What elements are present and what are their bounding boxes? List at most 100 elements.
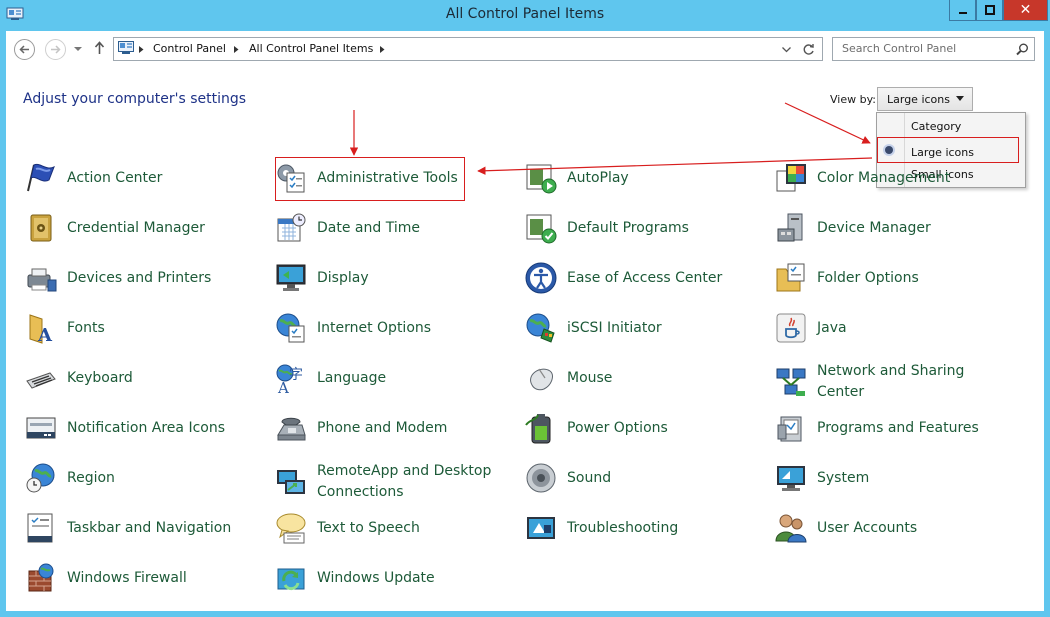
page-title: Adjust your computer's settings xyxy=(23,91,247,107)
cp-item-system[interactable]: System xyxy=(774,461,1007,495)
cp-item-label[interactable]: User Accounts xyxy=(817,518,1007,539)
cp-item-label[interactable]: Color Management xyxy=(817,168,1007,189)
search-icon[interactable] xyxy=(1016,43,1029,56)
cp-item-label[interactable]: Folder Options xyxy=(817,268,1007,289)
annotation-box-administrative-tools xyxy=(275,157,465,201)
refresh-icon[interactable] xyxy=(802,43,815,56)
cp-item-language[interactable]: 字A Language xyxy=(274,361,507,395)
cp-item-devices-and-printers[interactable]: Devices and Printers xyxy=(24,261,257,295)
cp-item-autoplay[interactable]: AutoPlay xyxy=(524,161,757,195)
cp-item-device-manager[interactable]: Device Manager xyxy=(774,211,1007,245)
cp-item-action-center[interactable]: Action Center xyxy=(24,161,257,195)
cp-item-label[interactable]: Language xyxy=(317,368,507,389)
cp-item-region[interactable]: Region xyxy=(24,461,257,495)
up-arrow-icon[interactable] xyxy=(94,41,105,55)
cp-item-windows-update[interactable]: Windows Update xyxy=(274,561,507,595)
cp-item-label[interactable]: Internet Options xyxy=(317,318,507,339)
cp-item-label[interactable]: Action Center xyxy=(67,168,257,189)
cp-item-label[interactable]: Troubleshooting xyxy=(567,518,757,539)
recent-pages-chevron-icon[interactable] xyxy=(74,47,82,52)
cp-item-label[interactable]: Java xyxy=(817,318,1007,339)
menu-item-category[interactable]: Category xyxy=(911,120,961,133)
cp-item-folder-options[interactable]: Folder Options xyxy=(774,261,1007,295)
cp-item-label[interactable]: Sound xyxy=(567,468,757,489)
cp-item-label[interactable]: Date and Time xyxy=(317,218,507,239)
navigation-bar: Control Panel All Control Panel Items Se… xyxy=(6,31,1044,67)
cp-item-taskbar-and-navigation[interactable]: Taskbar and Navigation xyxy=(24,511,257,545)
cp-item-display[interactable]: Display xyxy=(274,261,507,295)
fonts-folder-icon: A xyxy=(29,314,53,345)
cp-item-text-to-speech[interactable]: Text to Speech xyxy=(274,511,507,545)
view-by-dropdown[interactable]: Large icons xyxy=(877,87,973,111)
cp-item-label[interactable]: Windows Update xyxy=(317,568,507,589)
cp-item-phone-and-modem[interactable]: Phone and Modem xyxy=(274,411,507,445)
dropdown-arrow-icon xyxy=(956,96,964,101)
breadcrumb-all-items[interactable]: All Control Panel Items xyxy=(249,42,373,55)
cp-item-label[interactable]: Display xyxy=(317,268,507,289)
cp-item-label[interactable]: Network and Sharing Center xyxy=(817,361,1007,403)
search-box[interactable]: Search Control Panel xyxy=(832,37,1035,61)
speech-bubble-icon xyxy=(276,513,306,544)
cp-item-label[interactable]: Region xyxy=(67,468,257,489)
cp-item-label[interactable]: Fonts xyxy=(67,318,257,339)
cp-item-label[interactable]: Keyboard xyxy=(67,368,257,389)
cp-item-user-accounts[interactable]: User Accounts xyxy=(774,511,1007,545)
breadcrumb-separator-icon[interactable] xyxy=(234,46,239,53)
cp-item-sound[interactable]: Sound xyxy=(524,461,757,495)
network-icon xyxy=(776,368,806,396)
cp-item-date-and-time[interactable]: Date and Time xyxy=(274,211,507,245)
cp-item-label[interactable]: Devices and Printers xyxy=(67,268,257,289)
cp-item-label[interactable]: Text to Speech xyxy=(317,518,507,539)
programs-box-icon xyxy=(777,416,802,442)
cp-item-label[interactable]: Phone and Modem xyxy=(317,418,507,439)
cp-item-label[interactable]: Notification Area Icons xyxy=(67,418,257,439)
cp-item-label[interactable]: System xyxy=(817,468,1007,489)
cp-item-label[interactable]: RemoteApp and Desktop Connections xyxy=(317,461,507,503)
cp-item-internet-options[interactable]: Internet Options xyxy=(274,311,507,345)
address-history-chevron-icon[interactable] xyxy=(782,47,791,53)
cp-item-label[interactable]: Default Programs xyxy=(567,218,757,239)
cp-item-network-and-sharing-center[interactable]: Network and Sharing Center xyxy=(774,361,1007,403)
forward-button[interactable] xyxy=(45,39,66,60)
cp-item-label[interactable]: AutoPlay xyxy=(567,168,757,189)
back-button[interactable] xyxy=(14,39,35,60)
cp-item-remoteapp[interactable]: RemoteApp and Desktop Connections xyxy=(274,461,507,503)
cp-item-label[interactable]: Ease of Access Center xyxy=(567,268,757,289)
close-button[interactable]: ✕ xyxy=(1003,0,1048,21)
cp-item-mouse[interactable]: Mouse xyxy=(524,361,757,395)
minimize-button[interactable] xyxy=(949,0,976,21)
cp-item-label[interactable]: Device Manager xyxy=(817,218,1007,239)
cp-item-label[interactable]: Power Options xyxy=(567,418,757,439)
system-monitor-icon xyxy=(777,466,805,491)
maximize-button[interactable] xyxy=(976,0,1003,21)
cp-item-ease-of-access-center[interactable]: Ease of Access Center xyxy=(524,261,757,295)
phone-icon xyxy=(277,417,306,441)
breadcrumb-separator-icon xyxy=(139,46,144,53)
cp-item-keyboard[interactable]: Keyboard xyxy=(24,361,257,395)
address-bar[interactable]: Control Panel All Control Panel Items xyxy=(113,37,823,61)
cp-item-label[interactable]: Credential Manager xyxy=(67,218,257,239)
title-bar[interactable]: All Control Panel Items ✕ xyxy=(0,0,1050,31)
cp-item-notification-area-icons[interactable]: Notification Area Icons xyxy=(24,411,257,445)
cp-item-label[interactable]: Windows Firewall xyxy=(67,568,257,589)
cp-item-color-management[interactable]: Color Management xyxy=(774,161,1007,195)
cp-item-windows-firewall[interactable]: Windows Firewall xyxy=(24,561,257,595)
cp-item-troubleshooting[interactable]: Troubleshooting xyxy=(524,511,757,545)
display-monitor-icon xyxy=(276,264,306,291)
cp-item-credential-manager[interactable]: Credential Manager xyxy=(24,211,257,245)
cp-item-label[interactable]: Mouse xyxy=(567,368,757,389)
breadcrumb-control-panel[interactable]: Control Panel xyxy=(153,42,226,55)
cp-item-label[interactable]: iSCSI Initiator xyxy=(567,318,757,339)
cp-item-fonts[interactable]: A Fonts xyxy=(24,311,257,345)
cp-item-label[interactable]: Taskbar and Navigation xyxy=(67,518,257,539)
cp-item-default-programs[interactable]: Default Programs xyxy=(524,211,757,245)
cp-item-programs-and-features[interactable]: Programs and Features xyxy=(774,411,1007,445)
default-programs-icon xyxy=(526,214,557,244)
cp-item-power-options[interactable]: Power Options xyxy=(524,411,757,445)
cp-item-java[interactable]: Java xyxy=(774,311,1007,345)
search-input[interactable]: Search Control Panel xyxy=(842,42,956,55)
breadcrumb-separator-icon[interactable] xyxy=(380,46,385,53)
ease-of-access-icon xyxy=(525,262,557,294)
cp-item-label[interactable]: Programs and Features xyxy=(817,418,1007,439)
cp-item-iscsi-initiator[interactable]: iSCSI Initiator xyxy=(524,311,757,345)
